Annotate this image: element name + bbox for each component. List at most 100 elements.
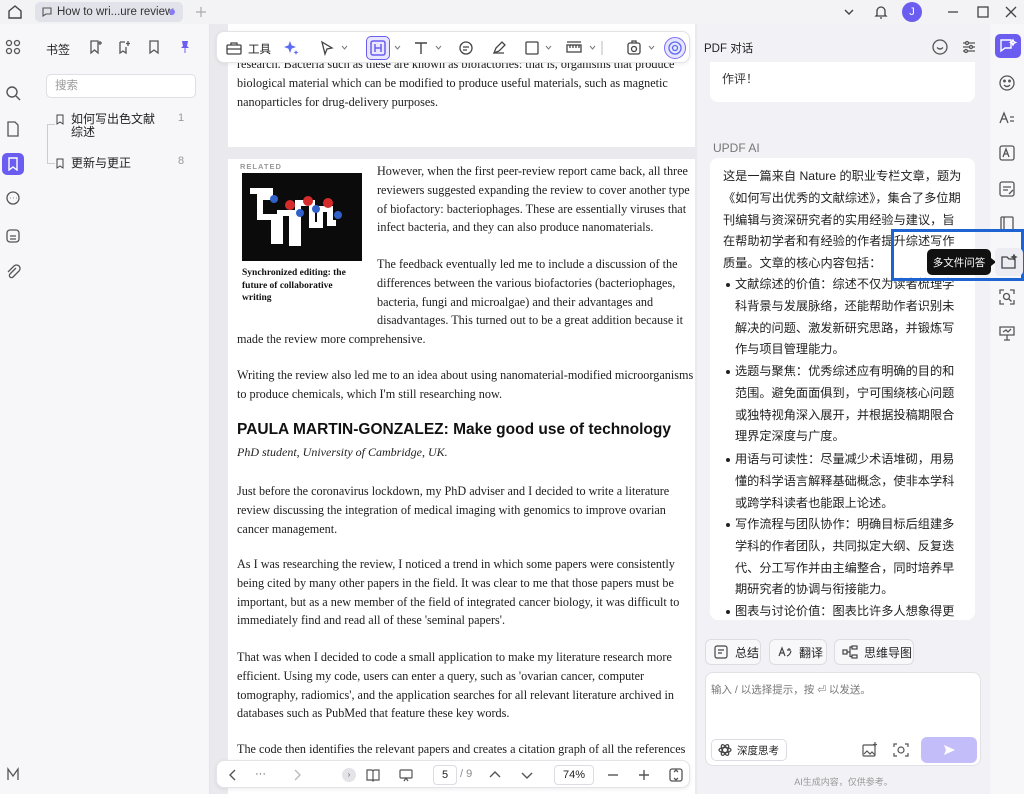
translate-page-icon[interactable] <box>998 144 1016 162</box>
pin-icon[interactable] <box>177 39 193 55</box>
document-tab[interactable]: How to wri...ure review <box>35 2 183 22</box>
chevron-down-icon[interactable] <box>589 45 596 51</box>
history-icon[interactable] <box>931 38 949 56</box>
tree-line <box>47 124 48 164</box>
divider <box>601 39 619 57</box>
panel-title: PDF 对话 <box>704 43 754 55</box>
left-tool-rail <box>0 24 26 794</box>
chevron-left-icon[interactable] <box>225 767 241 783</box>
ai-orb-icon <box>668 41 682 55</box>
more-button[interactable]: ··· <box>255 768 271 784</box>
page-icon[interactable] <box>4 120 22 138</box>
add-bookmark-icon[interactable] <box>88 39 104 55</box>
layers-icon[interactable] <box>4 227 22 245</box>
highlight-icon <box>370 40 386 56</box>
stamp-icon[interactable] <box>625 39 643 57</box>
presentation-icon[interactable] <box>398 767 414 783</box>
atom-icon <box>718 744 732 756</box>
chevron-down-icon[interactable] <box>519 767 535 783</box>
image-upload-icon[interactable] <box>861 741 879 759</box>
summarize-button[interactable]: 总结 <box>705 639 761 665</box>
close-icon[interactable] <box>1002 3 1020 21</box>
paragraph: biological material which can be modifie… <box>237 76 668 109</box>
chat-ai-button[interactable] <box>995 34 1021 58</box>
search-icon[interactable] <box>4 84 22 102</box>
ai-message: 这是一篇来自 Nature 的职业专栏文章，题为《如何写出优秀的文献综述》，集合… <box>710 158 975 620</box>
signature-icon[interactable] <box>4 765 22 783</box>
chat-ai-icon <box>1000 38 1017 53</box>
chevron-up-icon[interactable] <box>487 767 503 783</box>
message-text: 作评！ <box>722 72 759 86</box>
home-icon[interactable] <box>6 3 24 21</box>
page-number-input[interactable]: 5 <box>433 765 457 785</box>
ai-disclaimer: AI生成内容，仅供参考。 <box>794 777 893 787</box>
ocr-text-icon[interactable] <box>998 109 1016 127</box>
send-button[interactable] <box>921 737 977 763</box>
select-cursor-icon[interactable] <box>318 39 336 57</box>
emoji-icon[interactable] <box>998 74 1016 92</box>
pen-icon[interactable] <box>490 39 508 57</box>
avatar[interactable]: J <box>902 2 922 22</box>
note-icon[interactable] <box>457 39 475 57</box>
title-bar: How to wri...ure review J <box>0 0 1024 24</box>
zoom-in-icon[interactable] <box>636 767 652 783</box>
related-article-image[interactable] <box>242 173 362 261</box>
comment-icon[interactable] <box>4 190 22 208</box>
attachment-icon[interactable] <box>4 263 22 281</box>
mindmap-button[interactable]: 思维导图 <box>834 639 914 665</box>
bookmark-search-input[interactable]: 搜索 <box>46 74 196 98</box>
thumbnails-icon[interactable] <box>4 38 22 56</box>
tree-line <box>47 124 55 125</box>
settings-sliders-icon[interactable] <box>960 38 978 56</box>
ai-assistant-button[interactable] <box>664 37 686 59</box>
chat-input[interactable]: 输入 / 以选择提示，按 ⏎ 以发送。 <box>711 682 871 697</box>
translate-button[interactable]: 翻译 <box>769 639 827 665</box>
screenshot-icon[interactable] <box>892 741 910 759</box>
deep-think-label: 深度思考 <box>737 744 779 757</box>
expand-icon[interactable]: › <box>342 768 356 782</box>
chevron-down-icon[interactable] <box>341 45 348 51</box>
ai-sparkle-icon[interactable] <box>282 39 300 57</box>
deep-think-toggle[interactable]: 深度思考 <box>711 739 787 761</box>
text-tool-icon[interactable] <box>412 39 430 57</box>
highlight-tool-button[interactable] <box>366 36 390 60</box>
chevron-down-icon[interactable] <box>545 45 552 51</box>
bookmark-icon[interactable] <box>2 153 24 175</box>
bookmark-outline-icon[interactable] <box>146 39 162 55</box>
multi-file-qa-button[interactable] <box>995 248 1023 276</box>
ai-bullet: 用语与可读性：尽量减少术语堆砌，用易懂的科学语言解释基础概念，使非本学科或跨学科… <box>726 449 964 514</box>
page-total: / 9 <box>460 768 473 780</box>
related-article-caption[interactable]: Synchronized editing: the future of coll… <box>242 267 360 305</box>
new-tab-icon[interactable] <box>192 3 210 21</box>
shape-icon[interactable] <box>523 39 541 57</box>
chat-input-box[interactable]: 输入 / 以选择提示，按 ⏎ 以发送。 深度思考 <box>705 672 981 766</box>
ai-bullet: 写作流程与团队协作：明确目标后组建多学科的作者团队，共同拟定大纲、反复迭代、分工… <box>726 514 964 601</box>
page-layout-icon[interactable] <box>365 767 381 783</box>
bookmark-label: 更新与更正 <box>71 156 132 170</box>
paragraph: Writing the review also led me to an ide… <box>237 368 694 401</box>
maximize-icon[interactable] <box>974 3 992 21</box>
section-heading: PAULA MARTIN-GONZALEZ: Make good use of … <box>237 421 671 438</box>
measure-icon[interactable] <box>565 39 583 57</box>
document-viewer[interactable]: research. Bacteria such as these are kno… <box>210 24 697 799</box>
bell-icon[interactable] <box>872 3 890 21</box>
search-document-icon[interactable] <box>998 288 1016 306</box>
zoom-out-icon[interactable] <box>605 767 621 783</box>
chevron-down-icon[interactable] <box>435 45 442 51</box>
minimize-icon[interactable] <box>944 3 962 21</box>
presentation-icon[interactable] <box>998 324 1016 342</box>
chevron-down-icon[interactable] <box>394 45 401 51</box>
zoom-level[interactable]: 74% <box>554 765 594 785</box>
chevron-down-icon[interactable] <box>840 3 858 21</box>
tools-button[interactable]: 工具 <box>248 41 271 57</box>
chevron-right-icon[interactable] <box>289 767 305 783</box>
edit-text-icon[interactable] <box>998 180 1016 198</box>
bookmark-label: 如何写出色文献综述 <box>71 112 156 139</box>
add-child-bookmark-icon[interactable] <box>117 39 133 55</box>
chevron-down-icon[interactable] <box>648 45 655 51</box>
send-icon <box>944 745 955 755</box>
toolbox-icon[interactable] <box>225 39 243 57</box>
translate-label: 翻译 <box>799 645 824 660</box>
fit-page-icon[interactable] <box>668 767 684 783</box>
ai-bullet: 选题与聚焦：优秀综述应有明确的目的和范围。避免面面俱到，宁可围绕核心问题或独特视… <box>726 361 964 448</box>
